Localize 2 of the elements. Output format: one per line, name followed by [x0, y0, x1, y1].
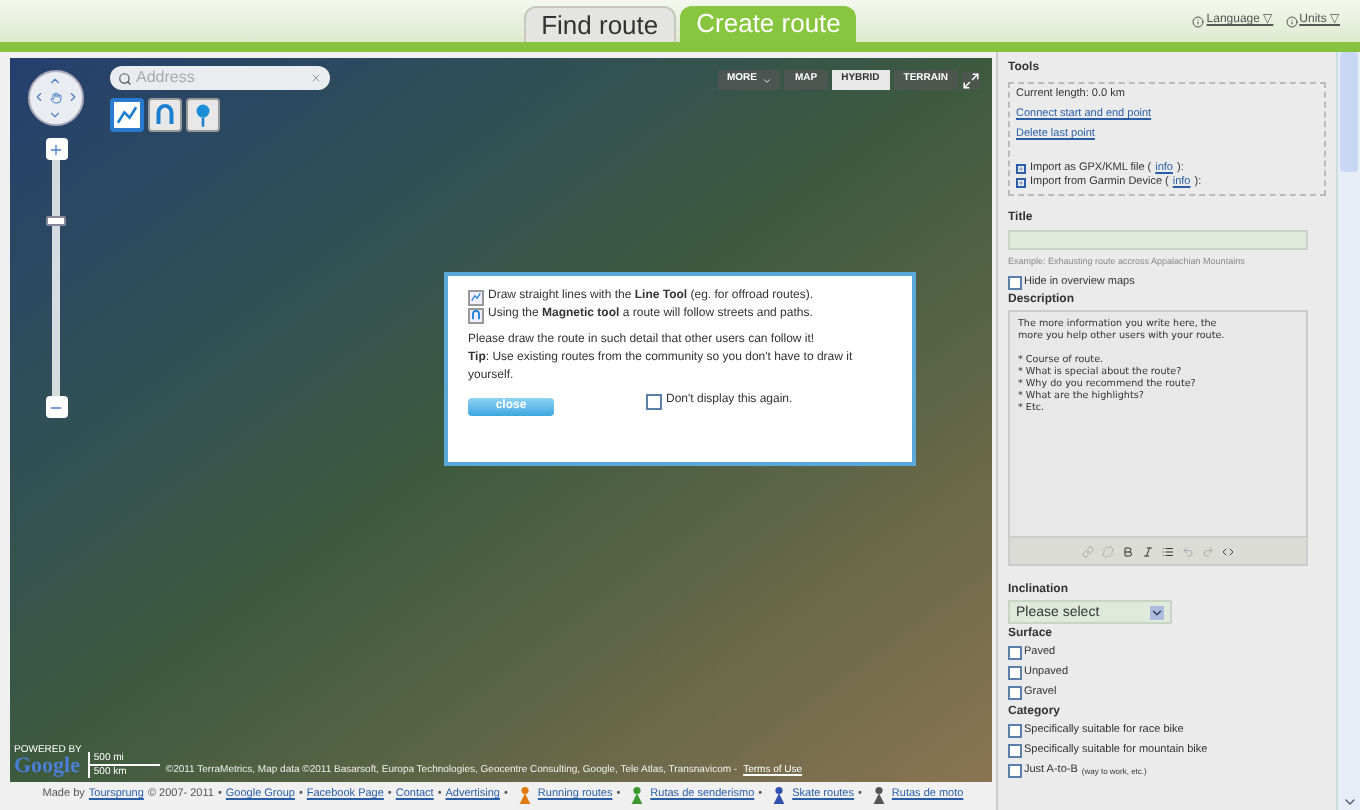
address-field[interactable]: Address: [110, 66, 330, 90]
route-tab[interactable]: Find route: [523, 6, 677, 42]
